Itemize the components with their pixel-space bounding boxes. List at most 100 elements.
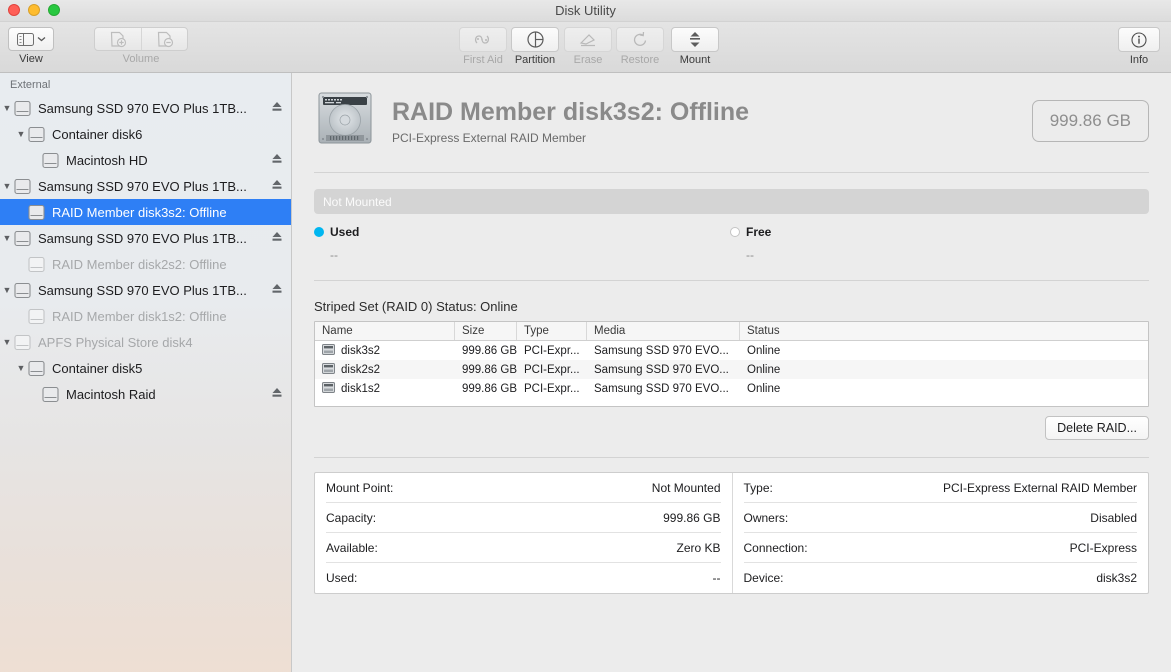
drive-icon [14, 99, 38, 118]
sidebar-item[interactable]: Macintosh HD [0, 147, 291, 173]
column-header-status[interactable]: Status [740, 322, 1148, 340]
disclosure-triangle-icon[interactable]: ▼ [0, 285, 14, 295]
view-button[interactable] [8, 27, 54, 51]
usage-legend: Used -- Free -- [314, 225, 1149, 262]
info-label: Used: [326, 571, 358, 585]
info-value: Disabled [1090, 510, 1137, 525]
partition-button[interactable] [511, 27, 559, 52]
erase-button[interactable] [564, 27, 612, 52]
volume-add-button[interactable] [95, 28, 141, 50]
erase-label: Erase [573, 54, 603, 66]
raid-members-table: Name Size Type Media Status disk3s2 999.8… [314, 321, 1149, 407]
info-value: disk3s2 [1096, 571, 1137, 585]
column-header-media[interactable]: Media [587, 322, 740, 340]
drive-icon [42, 151, 66, 170]
disclosure-triangle-icon[interactable]: ▼ [0, 103, 14, 113]
info-value: PCI-Express [1069, 540, 1137, 555]
sidebar-item[interactable]: RAID Member disk3s2: Offline [0, 199, 291, 225]
sidebar-list: ▼ Samsung SSD 970 EVO Plus 1TB... ▼ Contain… [0, 95, 291, 407]
sidebar-item[interactable]: ▼ Samsung SSD 970 EVO Plus 1TB... [0, 225, 291, 251]
table-row[interactable]: disk3s2 999.86 GB PCI-Expr... Samsung SSD 9… [315, 341, 1148, 360]
restore-group: Restore [616, 27, 664, 66]
sidebar-item[interactable]: ▼ APFS Physical Store disk4 [0, 329, 291, 355]
drive-icon [28, 125, 52, 144]
disk-header: RAID Member disk3s2: Offline PCI-Express… [314, 73, 1149, 154]
info-row: Owners: Disabled [743, 503, 1137, 533]
volume-remove-button[interactable] [141, 28, 187, 50]
sidebar-section-external: External [10, 79, 51, 91]
usage-divider [314, 280, 1149, 281]
eject-icon[interactable] [265, 282, 283, 298]
sidebar-item[interactable]: RAID Member disk1s2: Offline [0, 303, 291, 329]
eject-icon[interactable] [265, 230, 283, 246]
cell-size: 999.86 GB [462, 382, 517, 395]
sidebar-item-label: Container disk5 [52, 360, 143, 376]
partition-label: Partition [514, 54, 556, 66]
column-header-type[interactable]: Type [517, 322, 587, 340]
first-aid-label: First Aid [463, 54, 503, 66]
eject-icon[interactable] [265, 152, 283, 168]
sidebar-item-label: Samsung SSD 970 EVO Plus 1TB... [38, 178, 247, 194]
drive-icon [14, 281, 38, 300]
disclosure-triangle-icon[interactable]: ▼ [0, 233, 14, 243]
sidebar-item[interactable]: ▼ Samsung SSD 970 EVO Plus 1TB... [0, 95, 291, 121]
info-label: Type: [743, 480, 773, 495]
drive-icon [28, 255, 52, 274]
drive-icon [28, 359, 52, 378]
volume-remove-icon [156, 31, 174, 48]
sidebar-item-label: RAID Member disk1s2: Offline [52, 308, 227, 324]
disclosure-triangle-icon[interactable]: ▼ [14, 129, 28, 139]
volume-add-icon [109, 31, 127, 48]
info-value: -- [712, 571, 721, 585]
sidebar-item[interactable]: ▼ Samsung SSD 970 EVO Plus 1TB... [0, 173, 291, 199]
eject-icon[interactable] [265, 386, 283, 402]
usage-bar-label: Not Mounted [323, 194, 392, 209]
delete-raid-button[interactable]: Delete RAID... [1045, 416, 1149, 440]
cell-status: Online [747, 363, 781, 376]
sidebar-item-label: Macintosh HD [66, 152, 148, 168]
drive-icon [14, 177, 38, 196]
cell-name-text: disk2s2 [341, 363, 380, 376]
capacity-badge: 999.86 GB [1031, 99, 1149, 142]
sidebar-item[interactable]: ▼ Container disk5 [0, 355, 291, 381]
first-aid-button[interactable] [459, 27, 507, 52]
table-header-row: Name Size Type Media Status [315, 322, 1148, 341]
erase-icon [579, 31, 597, 48]
sidebar-item[interactable]: RAID Member disk2s2: Offline [0, 251, 291, 277]
info-value: Not Mounted [651, 480, 721, 495]
eject-icon[interactable] [265, 100, 283, 116]
eject-icon[interactable] [265, 178, 283, 194]
restore-button[interactable] [616, 27, 664, 52]
disk-header-text: RAID Member disk3s2: Offline PCI-Express… [392, 97, 1032, 145]
delete-raid-row: Delete RAID... [314, 416, 1149, 440]
partition-group: Partition [511, 27, 559, 66]
column-header-size[interactable]: Size [455, 322, 517, 340]
sidebar-item[interactable]: ▼ Samsung SSD 970 EVO Plus 1TB... [0, 277, 291, 303]
disclosure-triangle-icon[interactable]: ▼ [0, 337, 14, 347]
sidebar-item[interactable]: Macintosh Raid [0, 381, 291, 407]
info-row: Capacity: 999.86 GB [326, 503, 721, 533]
mount-button[interactable] [671, 27, 719, 52]
main-pane: RAID Member disk3s2: Offline PCI-Express… [292, 73, 1171, 672]
sidebar-item[interactable]: ▼ Container disk6 [0, 121, 291, 147]
info-row: Connection: PCI-Express [743, 533, 1137, 563]
disclosure-triangle-icon[interactable]: ▼ [0, 181, 14, 191]
disclosure-triangle-icon[interactable]: ▼ [14, 363, 28, 373]
info-value: Zero KB [676, 540, 721, 555]
disk-subtitle: PCI-Express External RAID Member [392, 130, 587, 145]
info-button[interactable] [1118, 27, 1160, 52]
restore-icon [632, 31, 649, 48]
column-header-name[interactable]: Name [315, 322, 455, 340]
cell-type: PCI-Expr... [524, 344, 580, 357]
cell-name: disk3s2 [315, 343, 455, 359]
table-row[interactable]: disk2s2 999.86 GB PCI-Expr... Samsung SSD 9… [315, 360, 1148, 379]
table-row[interactable]: disk1s2 999.86 GB PCI-Expr... Samsung SSD 9… [315, 379, 1148, 398]
cell-size: 999.86 GB [462, 363, 517, 376]
first-aid-icon [473, 31, 493, 48]
drive-icon [28, 307, 52, 326]
drive-icon [14, 333, 38, 352]
info-group: Info [1118, 27, 1160, 66]
legend-item-used: Used -- [314, 225, 730, 262]
info-label: Info [1129, 54, 1149, 66]
cell-name: disk1s2 [315, 381, 455, 397]
